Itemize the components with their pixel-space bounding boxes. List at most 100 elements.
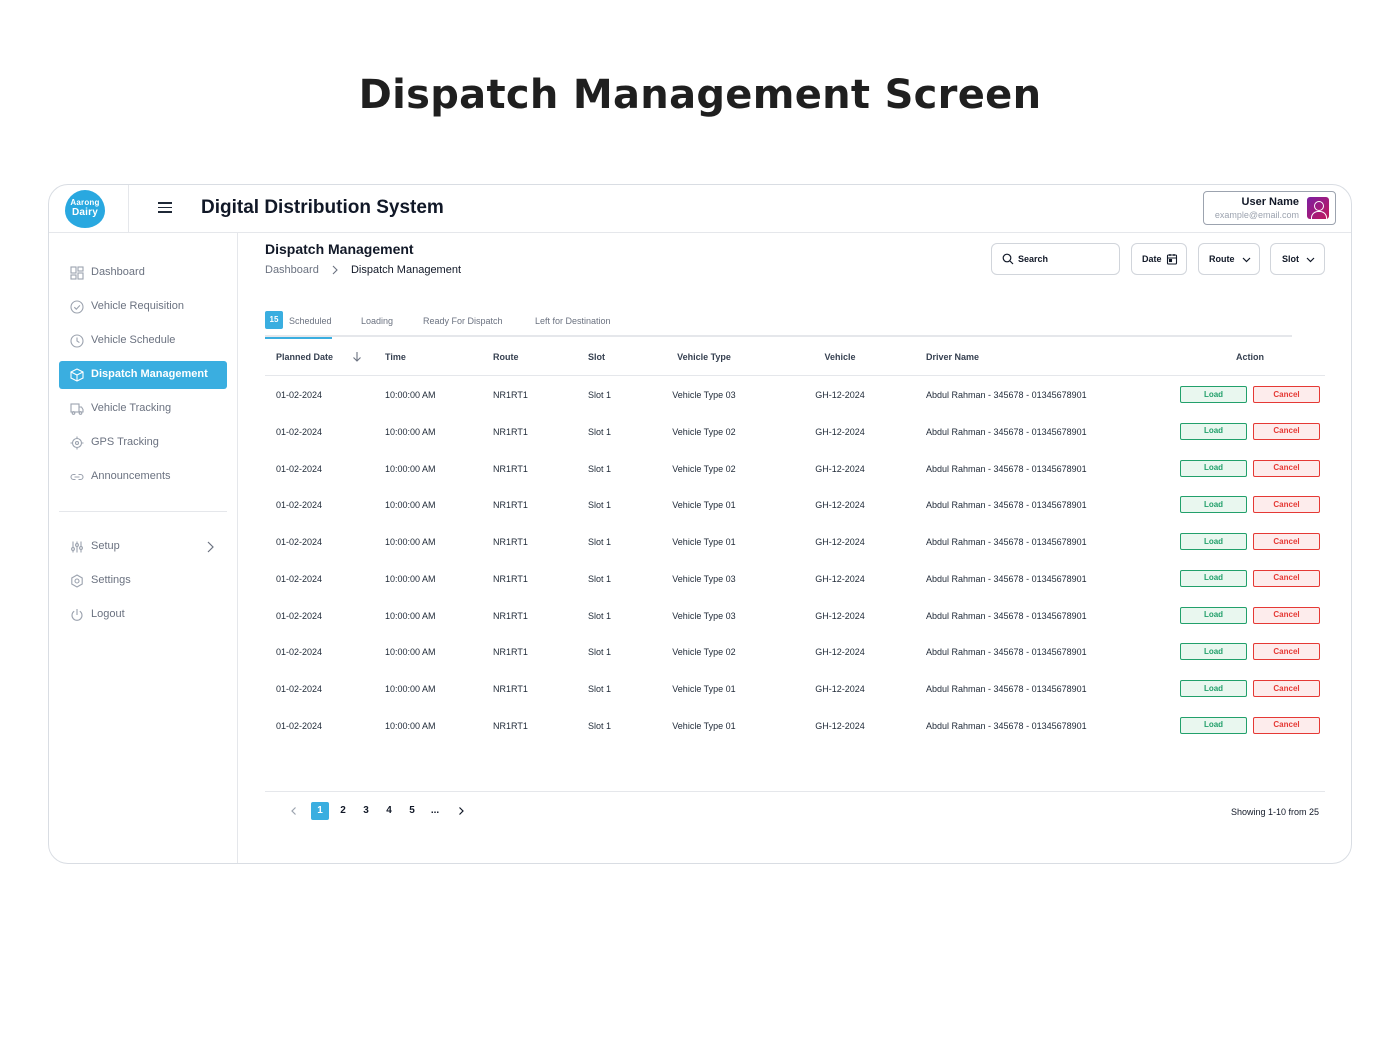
sidebar-item-label: Logout — [91, 608, 125, 620]
cancel-button[interactable]: Cancel — [1253, 606, 1320, 624]
search-input[interactable] — [1018, 251, 1114, 267]
cell-slot: Slot 1 — [588, 500, 612, 511]
box-icon — [70, 368, 84, 382]
page-button-3[interactable]: 3 — [357, 802, 375, 820]
cancel-button[interactable]: Cancel — [1253, 716, 1320, 734]
breadcrumb-link-dashboard[interactable]: Dashboard — [265, 264, 319, 276]
table-row: 01-02-2024 10:00:00 AM NR1RT1 Slot 1 Veh… — [265, 633, 1325, 670]
cell-driver-name: Abdul Rahman - 345678 - 01345678901 — [926, 500, 1087, 511]
sidebar-item-gps-tracking[interactable]: GPS Tracking — [59, 429, 227, 457]
cell-time: 10:00:00 AM — [385, 537, 436, 547]
cell-planned-date: 01-02-2024 — [276, 720, 323, 731]
load-button[interactable]: Load — [1180, 533, 1247, 550]
load-button[interactable]: Load — [1180, 643, 1247, 661]
route-filter-dropdown[interactable]: Route — [1198, 243, 1260, 275]
sidebar-item-vehicle-tracking[interactable]: Vehicle Tracking — [59, 395, 227, 423]
page-button-1[interactable]: 1 — [311, 802, 329, 820]
cancel-button[interactable]: Cancel — [1253, 680, 1320, 697]
table-row: 01-02-2024 10:00:00 AM NR1RT1 Slot 1 Veh… — [265, 376, 1325, 413]
tab-scheduled[interactable]: 15 Scheduled — [265, 311, 332, 339]
sidebar-item-announcements[interactable]: Announcements — [59, 463, 227, 491]
date-filter-label: Date — [1142, 254, 1162, 264]
sidebar-item-dispatch-management[interactable]: Dispatch Management — [59, 361, 227, 389]
dispatch-table: Planned Date Time Route Slot Vehicle Typ… — [265, 339, 1325, 744]
cell-time: 10:00:00 AM — [385, 390, 436, 400]
cancel-button[interactable]: Cancel — [1253, 386, 1320, 403]
load-button[interactable]: Load — [1180, 606, 1247, 624]
chevron-right-icon — [207, 541, 214, 553]
column-header-vehicle-type: Vehicle Type — [677, 352, 731, 362]
table-body: 01-02-2024 10:00:00 AM NR1RT1 Slot 1 Veh… — [265, 376, 1325, 744]
page-button-4[interactable]: 4 — [380, 802, 398, 820]
table-row: 01-02-2024 10:00:00 AM NR1RT1 Slot 1 Veh… — [265, 486, 1325, 523]
sidebar-item-settings[interactable]: Settings — [59, 567, 227, 595]
load-button[interactable]: Load — [1180, 386, 1247, 403]
cell-time: 10:00:00 AM — [385, 463, 436, 474]
cell-vehicle-type: Vehicle Type 01 — [672, 537, 736, 547]
cell-vehicle: GH-12-2024 — [815, 426, 865, 437]
cell-planned-date: 01-02-2024 — [276, 390, 323, 400]
brand-logo[interactable]: Aarong Dairy — [65, 190, 105, 228]
sidebar-item-setup[interactable]: Setup — [59, 533, 227, 561]
cell-driver-name: Abdul Rahman - 345678 - 01345678901 — [926, 573, 1087, 584]
cell-vehicle: GH-12-2024 — [815, 684, 865, 694]
sidebar-item-dashboard[interactable]: Dashboard — [59, 259, 227, 287]
cancel-button[interactable]: Cancel — [1253, 422, 1320, 440]
load-button[interactable]: Load — [1180, 422, 1247, 440]
cancel-button[interactable]: Cancel — [1253, 569, 1320, 587]
user-profile-button[interactable]: User Name example@email.com — [1203, 191, 1336, 225]
chevron-left-icon[interactable] — [289, 806, 299, 816]
cell-vehicle-type: Vehicle Type 03 — [672, 573, 736, 584]
check-circle-icon — [70, 300, 84, 314]
column-header-planned-date[interactable]: Planned Date — [276, 352, 333, 362]
sidebar-item-label: Vehicle Requisition — [91, 300, 184, 312]
sidebar-item-vehicle-schedule[interactable]: Vehicle Schedule — [59, 327, 227, 355]
cell-vehicle: GH-12-2024 — [815, 720, 865, 731]
cancel-button[interactable]: Cancel — [1253, 459, 1320, 477]
cell-slot: Slot 1 — [588, 720, 612, 731]
load-button[interactable]: Load — [1180, 496, 1247, 514]
cell-route: NR1RT1 — [493, 390, 528, 400]
page-button-5[interactable]: 5 — [403, 802, 421, 820]
cancel-button[interactable]: Cancel — [1253, 496, 1320, 514]
cancel-button[interactable]: Cancel — [1253, 533, 1320, 550]
cell-vehicle: GH-12-2024 — [815, 463, 865, 474]
tab-left-for-destination[interactable]: Left for Destination — [535, 311, 611, 337]
date-filter-button[interactable]: Date — [1131, 243, 1187, 275]
load-button[interactable]: Load — [1180, 716, 1247, 734]
cell-vehicle-type: Vehicle Type 01 — [672, 500, 736, 511]
cell-driver-name: Abdul Rahman - 345678 - 01345678901 — [926, 610, 1087, 621]
sidebar-item-vehicle-requisition[interactable]: Vehicle Requisition — [59, 293, 227, 321]
cell-route: NR1RT1 — [493, 720, 528, 731]
load-button[interactable]: Load — [1180, 680, 1247, 697]
cell-slot: Slot 1 — [588, 610, 612, 621]
logo-text-line2: Dairy — [71, 207, 98, 218]
search-box[interactable] — [991, 243, 1120, 275]
main-content: Dispatch Management Dashboard Dispatch M… — [238, 233, 1351, 863]
tab-loading[interactable]: Loading — [361, 311, 393, 337]
load-button[interactable]: Load — [1180, 459, 1247, 477]
cell-vehicle: GH-12-2024 — [815, 610, 865, 621]
hamburger-menu-icon[interactable] — [155, 199, 175, 219]
load-button[interactable]: Load — [1180, 569, 1247, 587]
sidebar-item-logout[interactable]: Logout — [59, 601, 227, 629]
cell-time: 10:00:00 AM — [385, 610, 436, 621]
cell-driver-name: Abdul Rahman - 345678 - 01345678901 — [926, 426, 1087, 437]
cancel-button[interactable]: Cancel — [1253, 643, 1320, 661]
tab-label: Loading — [361, 316, 394, 326]
cell-route: NR1RT1 — [493, 500, 528, 511]
page-button-2[interactable]: 2 — [334, 802, 352, 820]
cell-vehicle-type: Vehicle Type 01 — [672, 720, 736, 731]
slot-filter-dropdown[interactable]: Slot — [1270, 243, 1325, 275]
tab-ready-for-dispatch[interactable]: Ready For Dispatch — [423, 311, 503, 337]
cell-time: 10:00:00 AM — [385, 573, 436, 584]
chevron-right-icon[interactable] — [456, 806, 466, 816]
cell-slot: Slot 1 — [588, 684, 612, 694]
cell-route: NR1RT1 — [493, 573, 528, 584]
pagination-summary: Showing 1-10 from 25 — [1230, 807, 1319, 817]
grid-icon — [70, 266, 84, 280]
sort-arrow-down-icon[interactable] — [352, 351, 362, 362]
table-row: 01-02-2024 10:00:00 AM NR1RT1 Slot 1 Veh… — [265, 597, 1325, 634]
cell-planned-date: 01-02-2024 — [276, 647, 323, 658]
cell-vehicle-type: Vehicle Type 01 — [672, 684, 736, 694]
